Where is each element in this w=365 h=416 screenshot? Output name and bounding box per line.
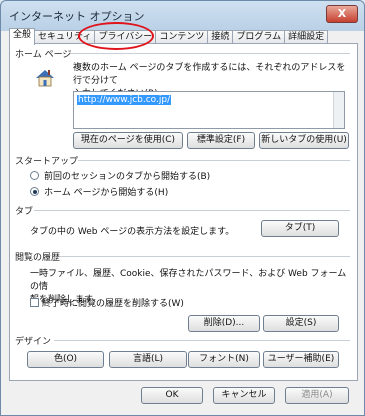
radio-prev-session[interactable] [30,171,39,180]
tab-programs[interactable]: プログラム [232,30,286,44]
tabs-settings-button[interactable]: タブ(T) [261,220,339,237]
use-new-tab-button[interactable]: 新しいタブの使用(U) [259,132,349,149]
languages-button[interactable]: 言語(L) [109,351,187,368]
divider [54,340,350,341]
cancel-button[interactable]: キャンセル [213,387,275,404]
delete-history-button[interactable]: 削除(D)... [188,315,260,332]
accessibility-button[interactable]: ユーザー補助(E) [263,351,339,368]
tabs-description: タブの中の Web ページの表示方法を設定します。 [30,227,235,237]
startup-section-label: スタートアップ [15,157,79,167]
divider [34,210,350,211]
history-settings-button[interactable]: 設定(S) [263,315,339,332]
highlight-circle [78,22,154,50]
homepage-url-input[interactable]: http://www.jcb.co.jp/ [73,91,345,129]
tabs-section-label: タブ [15,207,34,217]
close-button[interactable]: X [326,5,358,23]
ok-button[interactable]: OK [141,387,203,404]
history-section-label: 閲覧の履歴 [15,253,61,263]
fonts-button[interactable]: フォント(N) [188,351,260,368]
house-icon [36,70,54,87]
colors-button[interactable]: 色(O) [27,351,104,368]
divider [70,53,350,54]
delete-on-exit-checkbox[interactable] [30,298,39,307]
tab-content[interactable]: コンテンツ [155,30,209,44]
apply-button[interactable]: 適用(A) [285,387,349,404]
delete-on-exit-label: 終了時に閲覧の履歴を削除する(W) [42,299,184,309]
radio-prev-session-label: 前回のセッションのタブから開始する(B) [44,172,211,182]
tab-advanced[interactable]: 詳細設定 [284,30,329,44]
tab-general[interactable]: 全般 [9,28,36,45]
general-tab-panel: ホーム ページ 複数のホーム ページのタブを作成するには、それぞれのアドレスを行… [9,43,358,381]
radio-homepage-label: ホーム ページから開始する(H) [44,188,169,198]
homepage-url-text: http://www.jcb.co.jp/ [77,95,172,105]
homepage-desc-line1: 複数のホーム ページのタブを作成するには、それぞれのアドレスを行で分けて [73,63,346,86]
internet-options-window: インターネット オプション X 全般 セキュリティ プライバシー コンテンツ 接… [0,0,365,416]
use-default-button[interactable]: 標準設定(F) [187,132,255,149]
radio-homepage[interactable] [30,187,39,196]
tab-connections[interactable]: 接続 [207,30,234,44]
use-current-button[interactable]: 現在のページを使用(C) [73,132,183,149]
url-scrollbar[interactable] [333,92,344,128]
tab-bar: 全般 セキュリティ プライバシー コンテンツ 接続 プログラム 詳細設定 [9,28,329,45]
divider [60,256,350,257]
history-desc-line1: 一時ファイル、履歴、Cookie、保存されたパスワード、および Web フォーム… [30,269,347,292]
homepage-section-label: ホーム ページ [15,50,72,60]
design-section-label: デザイン [15,337,52,347]
divider [78,160,350,161]
